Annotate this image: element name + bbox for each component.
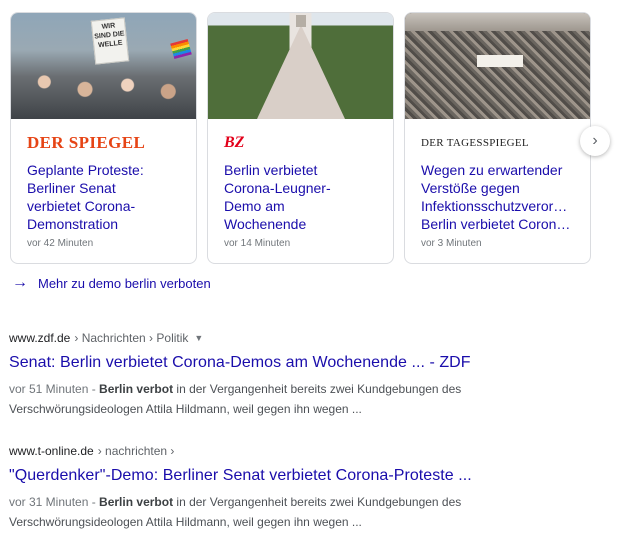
protest-banner [477, 55, 523, 67]
headline-line: Infektionsschutzverordnung: [421, 198, 574, 214]
result-domain: www.zdf.de [9, 331, 71, 345]
story-card-bz[interactable]: BZ Berlin verbietet Corona-Leugner- Demo… [207, 12, 394, 264]
search-result: www.zdf.de › Nachrichten › Politik ▼ Sen… [9, 330, 609, 419]
snippet-text: Verschwörungsideologen Attila Hildmann, … [9, 402, 362, 416]
result-date: vor 31 Minuten - [9, 495, 100, 509]
result-bold-term: Berlin verbot [99, 382, 174, 396]
source-logo: DER TAGESSPIEGEL [421, 137, 529, 149]
protest-sign: WIR SIND DIE WELLE [90, 17, 130, 65]
boulevard [256, 25, 345, 119]
result-title-link[interactable]: "Querdenker"-Demo: Berliner Senat verbie… [9, 465, 609, 487]
more-stories-label: Mehr zu demo berlin verboten [38, 275, 211, 291]
story-card-tagesspiegel[interactable]: DER TAGESSPIEGEL Wegen zu erwartender Ve… [404, 12, 591, 264]
result-breadcrumb[interactable]: www.t-online.de › nachrichten › [9, 443, 609, 459]
headline-line: Verstöße gegen [421, 180, 520, 196]
story-time: vor 3 Minuten [421, 238, 482, 249]
result-date: vor 51 Minuten - [9, 382, 100, 396]
carousel-next-button[interactable]: › [580, 126, 610, 156]
headline-line: verbietet Corona- [27, 198, 136, 214]
story-time: vor 14 Minuten [224, 238, 291, 249]
snippet-text: in der Vergangenheit bereits zwei Kundge… [173, 495, 462, 509]
more-stories-link[interactable]: → Mehr zu demo berlin verboten [12, 274, 211, 292]
story-image [208, 13, 393, 119]
result-bold-term: Berlin verbot [99, 495, 174, 509]
headline-line: Wegen zu erwartender [421, 162, 563, 178]
result-breadcrumb[interactable]: www.zdf.de › Nachrichten › Politik ▼ [9, 330, 609, 346]
headline-line: Corona-Leugner- [224, 180, 331, 196]
source-logo: DER SPIEGEL [27, 133, 146, 152]
top-stories-carousel: WIR SIND DIE WELLE DER SPIEGEL Geplante … [10, 12, 595, 264]
result-path: › Nachrichten › Politik [74, 331, 189, 345]
arrow-right-icon: → [12, 274, 28, 291]
result-title-link[interactable]: Senat: Berlin verbietet Corona-Demos am … [9, 352, 609, 374]
story-card-spiegel[interactable]: WIR SIND DIE WELLE DER SPIEGEL Geplante … [10, 12, 197, 264]
snippet-text: in der Vergangenheit bereits zwei Kundge… [173, 382, 462, 396]
source-logo: BZ [224, 134, 245, 151]
headline-line: Berlin verbietet [224, 162, 318, 178]
story-headline[interactable]: Berlin verbietet Corona-Leugner- Demo am… [224, 161, 377, 233]
rainbow-flag [170, 38, 192, 60]
result-domain: www.t-online.de [9, 444, 94, 458]
story-image: WIR SIND DIE WELLE [11, 13, 196, 119]
story-headline[interactable]: Geplante Proteste: Berliner Senat verbie… [27, 161, 180, 233]
result-path: › nachrichten › [97, 444, 175, 458]
tower [296, 15, 306, 27]
headline-line: Demo am [224, 198, 285, 214]
building [405, 13, 590, 31]
headline-line: Berlin verbietet Corona-Demos [421, 216, 574, 232]
story-image [405, 13, 590, 119]
result-snippet: vor 51 Minuten - Berlin verbot in der Ve… [9, 379, 609, 419]
result-snippet: vor 31 Minuten - Berlin verbot in der Ve… [9, 492, 609, 532]
search-result: www.t-online.de › nachrichten › "Querden… [9, 443, 609, 532]
chevron-right-icon: › [592, 132, 598, 149]
caret-down-icon[interactable]: ▼ [194, 333, 203, 343]
headline-line: Demonstration [27, 216, 119, 232]
headline-line: Geplante Proteste: [27, 162, 144, 178]
story-time: vor 42 Minuten [27, 238, 94, 249]
snippet-text: Verschwörungsideologen Attila Hildmann, … [9, 515, 362, 529]
story-headline[interactable]: Wegen zu erwartender Verstöße gegen Infe… [421, 161, 574, 233]
headline-line: Berliner Senat [27, 180, 116, 196]
headline-line: Wochenende [224, 216, 307, 232]
